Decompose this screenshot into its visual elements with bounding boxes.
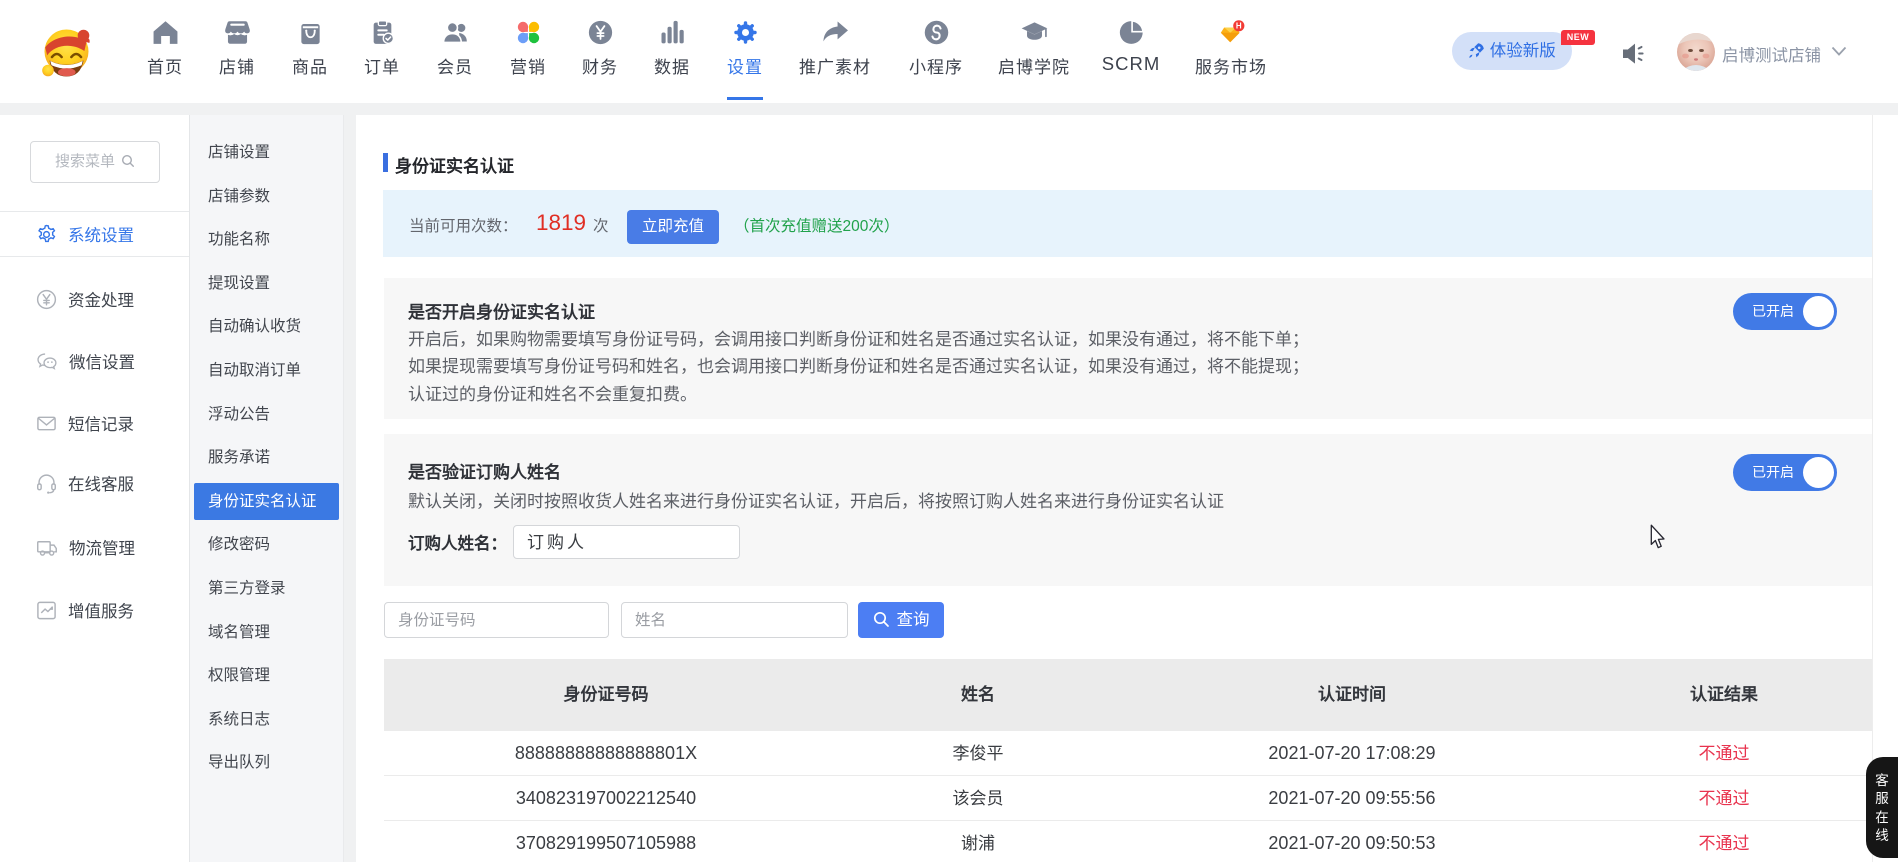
svg-text:H: H xyxy=(1236,21,1242,30)
